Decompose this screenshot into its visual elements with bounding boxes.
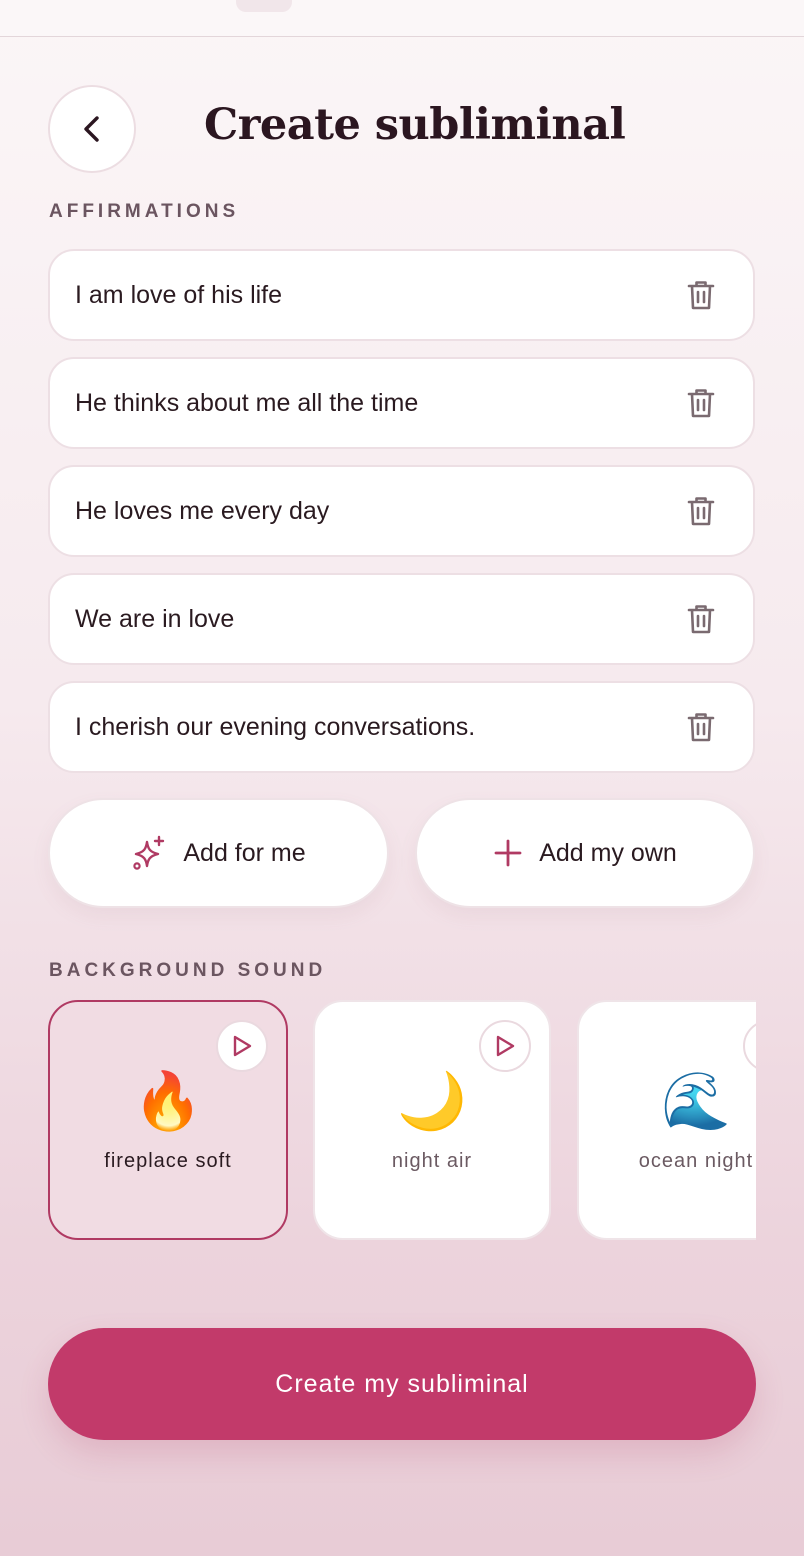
affirmation-item[interactable]: I am love of his life xyxy=(48,249,755,341)
sound-card-ocean-night[interactable]: 🌊 ocean night xyxy=(577,1000,756,1240)
sound-card-fireplace-soft[interactable]: 🔥 fireplace soft xyxy=(48,1000,288,1240)
trash-icon[interactable] xyxy=(687,603,715,635)
sparkles-icon xyxy=(131,835,167,871)
play-button[interactable] xyxy=(216,1020,268,1072)
affirmation-text: I cherish our evening conversations. xyxy=(75,712,476,741)
plus-icon xyxy=(493,838,523,868)
affirmation-item[interactable]: He thinks about me all the time xyxy=(48,357,755,449)
sound-name: night air xyxy=(391,1150,473,1172)
trash-icon[interactable] xyxy=(687,279,715,311)
fire-icon: 🔥 xyxy=(133,1069,203,1132)
back-button[interactable] xyxy=(48,85,136,173)
affirmation-text: We are in love xyxy=(75,604,235,633)
affirmations-section-label: AFFIRMATIONS xyxy=(49,201,240,222)
add-my-own-button[interactable]: Add my own xyxy=(415,798,755,908)
play-icon xyxy=(231,1034,253,1058)
sound-name: ocean night xyxy=(638,1150,754,1172)
trash-icon[interactable] xyxy=(687,387,715,419)
play-button[interactable] xyxy=(743,1020,756,1072)
trash-icon[interactable] xyxy=(687,711,715,743)
affirmation-item[interactable]: He loves me every day xyxy=(48,465,755,557)
affirmation-text: I am love of his life xyxy=(75,280,283,309)
status-bar xyxy=(0,0,804,37)
moon-icon: 🌙 xyxy=(397,1069,467,1132)
sound-card-night-air[interactable]: 🌙 night air xyxy=(313,1000,551,1240)
sound-name: fireplace soft xyxy=(104,1150,232,1172)
add-for-me-button[interactable]: Add for me xyxy=(48,798,389,908)
page-title: Create subliminal xyxy=(204,100,626,150)
affirmation-text: He thinks about me all the time xyxy=(75,388,419,417)
status-bar-notch xyxy=(236,0,292,12)
create-subliminal-button[interactable]: Create my subliminal xyxy=(48,1328,756,1440)
wave-icon: 🌊 xyxy=(661,1069,731,1132)
trash-icon[interactable] xyxy=(687,495,715,527)
add-for-me-label: Add for me xyxy=(183,838,306,867)
background-sound-carousel[interactable]: 🔥 fireplace soft 🌙 night air 🌊 ocean nig… xyxy=(48,1000,756,1242)
play-button[interactable] xyxy=(479,1020,531,1072)
affirmation-list: I am love of his life He thinks about me… xyxy=(48,249,755,789)
chevron-left-icon xyxy=(79,114,105,144)
play-icon xyxy=(494,1034,516,1058)
affirmation-item[interactable]: We are in love xyxy=(48,573,755,665)
add-my-own-label: Add my own xyxy=(539,838,677,867)
background-sound-section-label: BACKGROUND SOUND xyxy=(49,960,327,981)
affirmation-text: He loves me every day xyxy=(75,496,330,525)
affirmation-item[interactable]: I cherish our evening conversations. xyxy=(48,681,755,773)
